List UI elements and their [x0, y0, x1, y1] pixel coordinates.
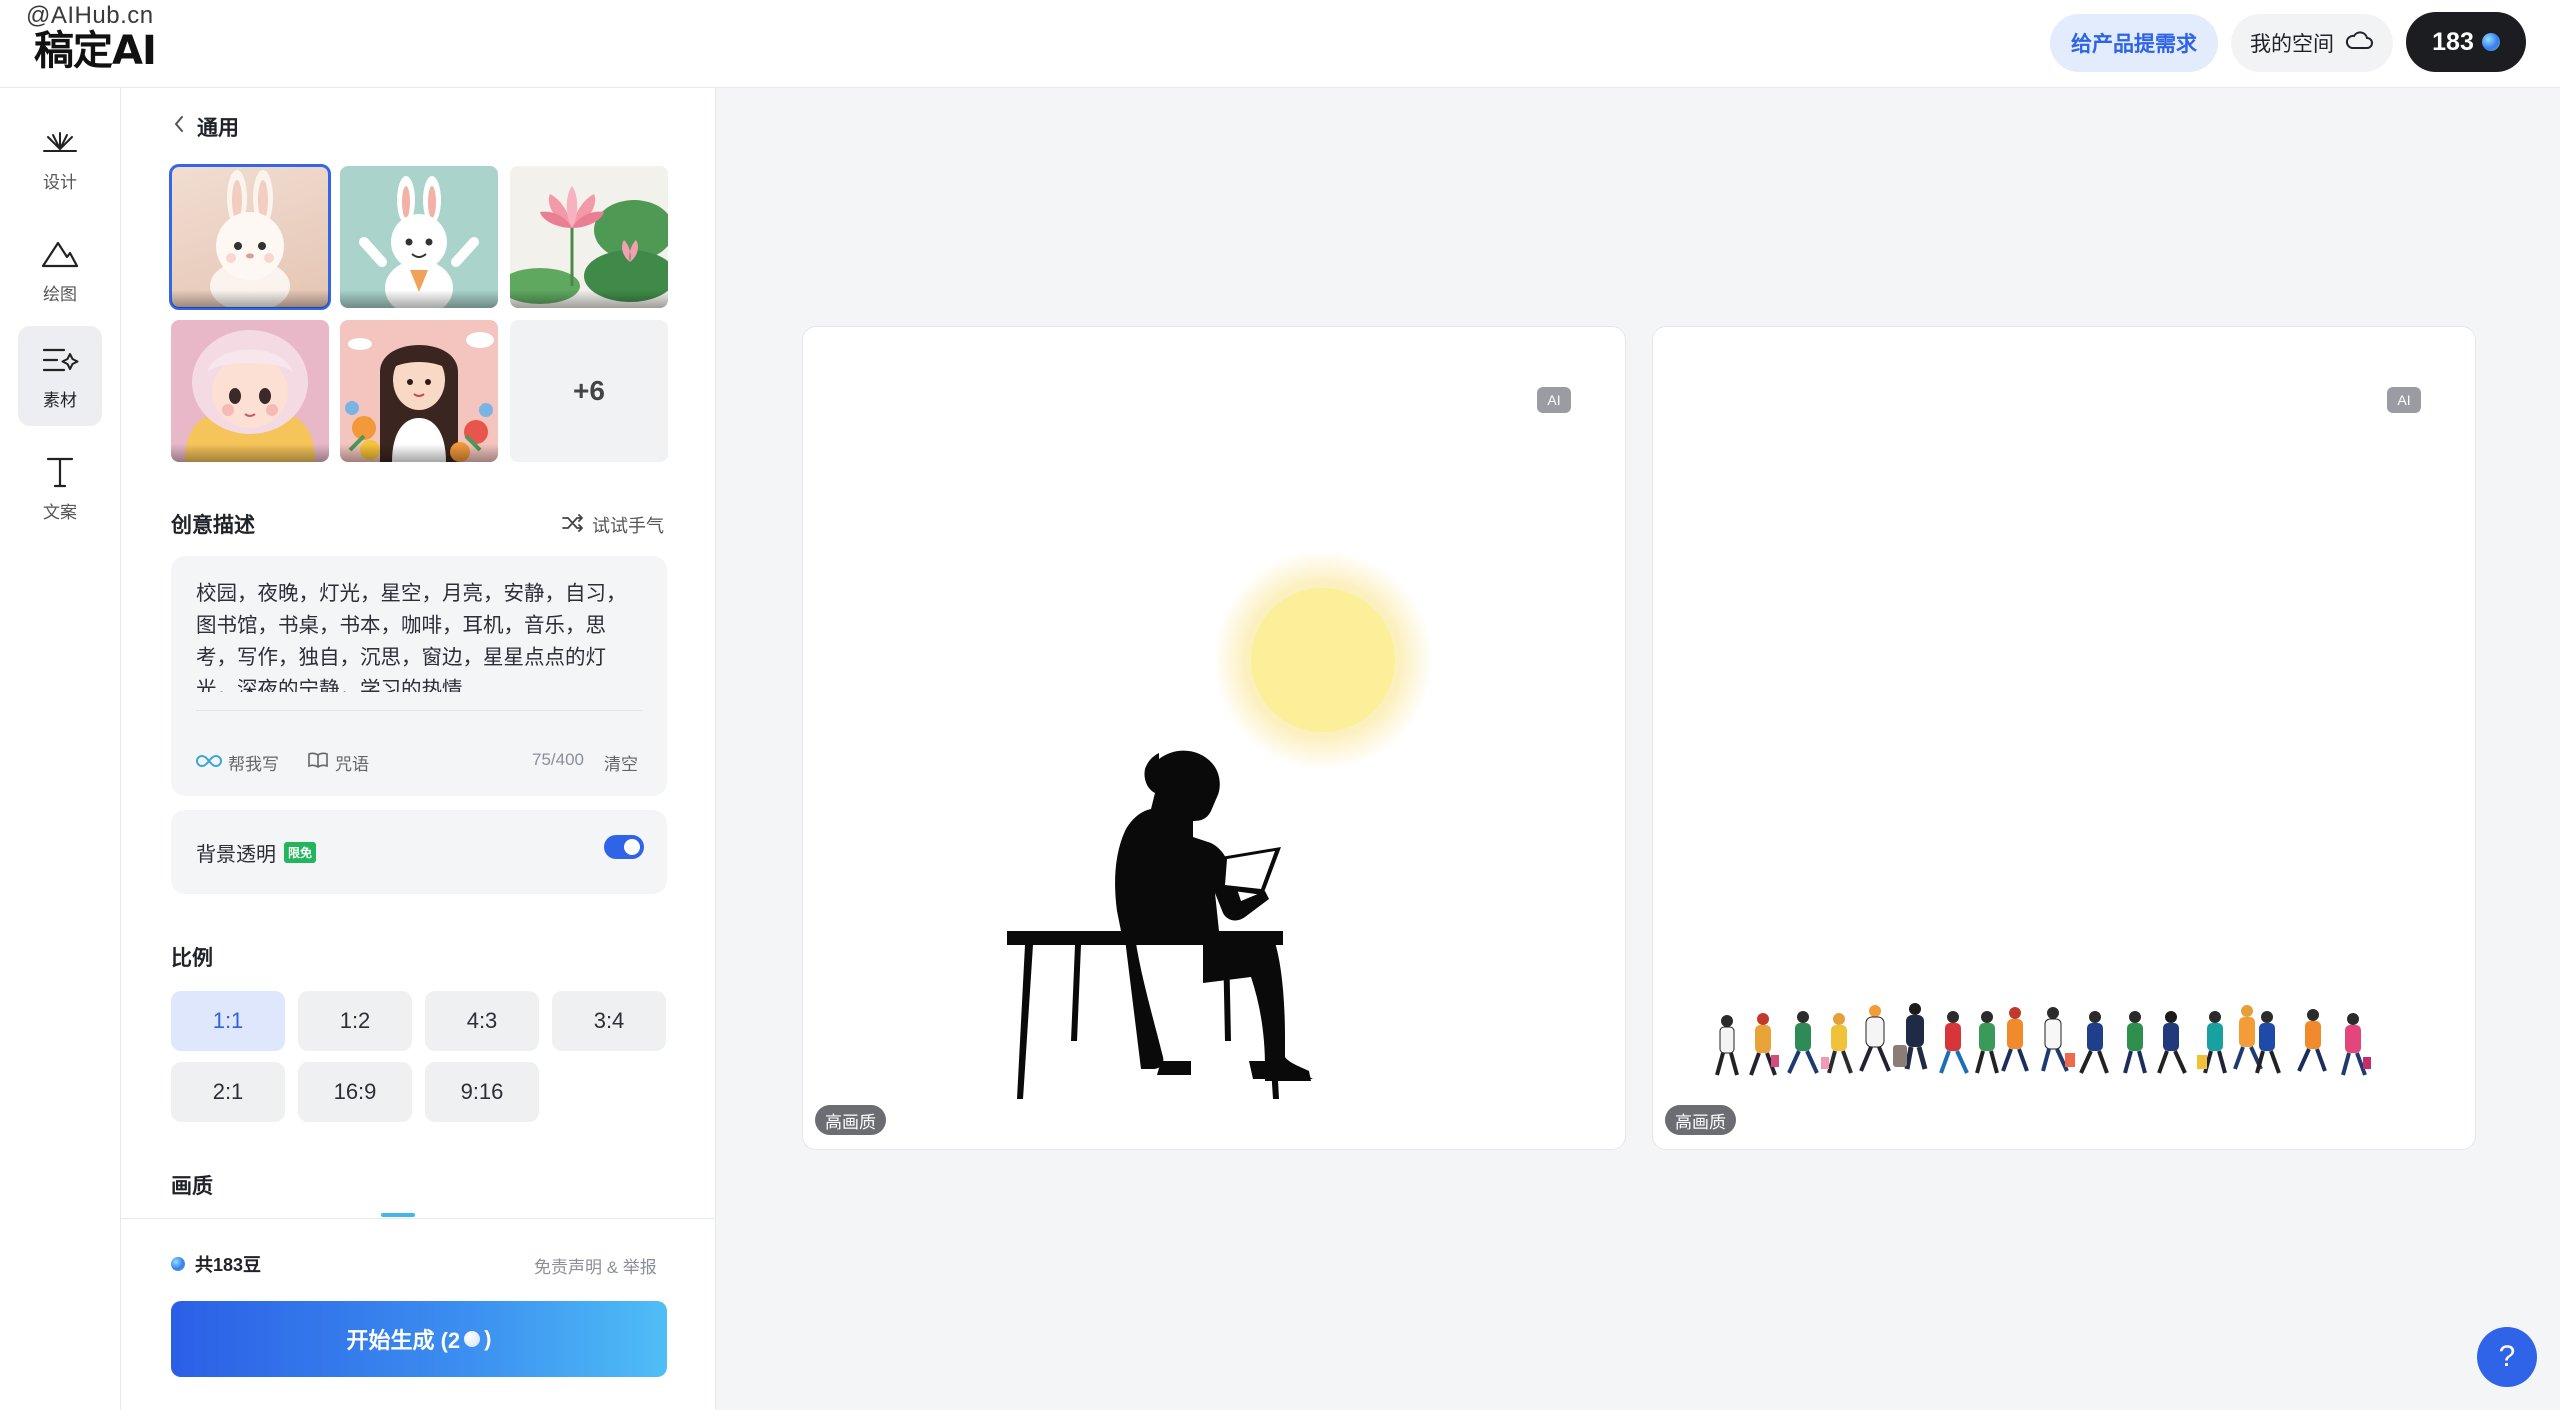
bunny-flat-illustration — [359, 176, 479, 308]
spell-button[interactable]: 咒语 — [307, 750, 369, 775]
cloud-icon — [2344, 29, 2374, 57]
category-title: 通用 — [197, 117, 239, 140]
try-luck-button[interactable]: 试试手气 — [562, 512, 664, 538]
chevron-left-icon — [173, 115, 185, 139]
nav-item-material[interactable]: 素材 — [18, 326, 102, 426]
result-card-2[interactable]: AI 高画质 — [1652, 326, 2476, 1150]
shuffle-icon — [562, 513, 584, 537]
clear-button[interactable]: 清空 — [604, 750, 638, 775]
quality-tag: 高画质 — [815, 1105, 886, 1135]
ratio-3-4-button[interactable]: 3:4 — [552, 991, 666, 1051]
result-image-student-reading — [1007, 550, 1433, 1099]
design-icon — [40, 124, 80, 160]
help-write-button[interactable]: 帮我写 — [196, 750, 279, 775]
help-button[interactable]: ? — [2477, 1327, 2537, 1387]
try-luck-label: 试试手气 — [592, 516, 664, 536]
result-card-1[interactable]: AI 高画质 — [802, 326, 1626, 1150]
credits-count: 183 — [2432, 27, 2474, 56]
bunny-illustration — [210, 170, 290, 308]
divider — [196, 710, 642, 711]
help-write-label: 帮我写 — [228, 755, 279, 774]
ratio-9-16-button[interactable]: 9:16 — [425, 1062, 539, 1122]
style-thumb-girl-flowers[interactable] — [340, 320, 498, 462]
transparent-bg-row: 背景透明 限免 — [171, 810, 667, 894]
nav-item-design[interactable]: 设计 — [18, 108, 102, 208]
ratio-4-3-button[interactable]: 4:3 — [425, 991, 539, 1051]
thumb-shade — [510, 290, 668, 308]
book-icon — [307, 752, 329, 773]
mountain-icon — [40, 236, 80, 272]
panel-footer: 共183豆 免责声明 & 举报 开始生成 (2 ) — [121, 1218, 715, 1410]
beans-total-label: 共183豆 — [195, 1255, 262, 1275]
my-space-label: 我的空间 — [2250, 33, 2334, 56]
text-icon — [40, 454, 80, 490]
nav-label: 文案 — [43, 502, 77, 522]
ratio-2-1-button[interactable]: 2:1 — [171, 1062, 285, 1122]
generate-label: 开始生成 (2 — [346, 1328, 461, 1353]
style-thumb-girl-3d[interactable] — [171, 320, 329, 462]
thumb-shade — [340, 290, 498, 308]
girl-flowers-illustration — [345, 332, 494, 462]
ratio-title: 比例 — [171, 947, 213, 970]
style-thumb-bunny-3d[interactable] — [169, 164, 331, 310]
more-styles-button[interactable]: +6 — [510, 320, 668, 462]
nav-label: 设计 — [43, 172, 77, 192]
thumb-shade — [171, 290, 329, 308]
bean-icon — [464, 1331, 481, 1347]
ai-tag: AI — [2387, 387, 2421, 413]
prompt-box: 校园，夜晚，灯光，星空，月亮，安静，自习，图书馆，书桌，书本，咖啡，耳机，音乐，… — [171, 556, 667, 796]
quality-title: 画质 — [171, 1175, 213, 1198]
ratio-1-1-button[interactable]: 1:1 — [171, 991, 285, 1051]
nav-item-copywriting[interactable]: 文案 — [18, 438, 102, 538]
settings-panel: 通用 +6 创意描述 试试手气 校园，夜晚，灯光，星空，月亮，安静，自习，图书馆… — [121, 88, 716, 1410]
ratio-1-2-button[interactable]: 1:2 — [298, 991, 412, 1051]
style-thumb-lotus[interactable] — [510, 166, 668, 308]
material-icon — [40, 342, 80, 378]
transparent-bg-toggle[interactable] — [604, 835, 644, 859]
back-button[interactable]: 通用 — [173, 112, 239, 142]
feedback-request-button[interactable]: 给产品提需求 — [2050, 14, 2218, 72]
infinity-icon — [196, 753, 222, 773]
generate-suffix: ) — [484, 1326, 492, 1351]
girl-3d-illustration — [185, 330, 315, 462]
transparent-bg-label-group: 背景透明 限免 — [196, 838, 317, 867]
thumb-shade — [340, 444, 498, 462]
free-badge: 限免 — [284, 842, 317, 863]
top-bar: 稿定AI @AIHub.cn 给产品提需求 我的空间 183 — [0, 0, 2560, 88]
result-image-walking-crowd — [1715, 1003, 2371, 1076]
style-thumb-bunny-flat[interactable] — [340, 166, 498, 308]
my-space-button[interactable]: 我的空间 — [2231, 14, 2393, 72]
disclaimer-link[interactable]: 免责声明 & 举报 — [534, 1253, 657, 1278]
spell-label: 咒语 — [335, 755, 369, 774]
ai-tag: AI — [1537, 387, 1571, 413]
nav-label: 素材 — [43, 390, 77, 410]
quality-indicator — [381, 1213, 415, 1217]
credits-button[interactable]: 183 — [2406, 12, 2526, 72]
prompt-textarea[interactable]: 校园，夜晚，灯光，星空，月亮，安静，自习，图书馆，书桌，书本，咖啡，耳机，音乐，… — [196, 578, 642, 692]
prompt-title: 创意描述 — [171, 514, 255, 537]
transparent-bg-label: 背景透明 — [196, 844, 276, 866]
beans-total: 共183豆 — [171, 1251, 261, 1277]
left-nav: 设计 绘图 素材 文案 — [0, 88, 121, 1410]
bean-icon — [171, 1257, 185, 1271]
nav-item-draw[interactable]: 绘图 — [18, 220, 102, 320]
char-count: 75/400 — [532, 750, 584, 769]
watermark: @AIHub.cn — [26, 2, 154, 29]
ratio-16-9-button[interactable]: 16:9 — [298, 1062, 412, 1122]
quality-tag: 高画质 — [1665, 1105, 1736, 1135]
thumb-shade — [171, 444, 329, 462]
lotus-illustration — [510, 186, 668, 304]
generate-button[interactable]: 开始生成 (2 ) — [171, 1301, 667, 1377]
bean-icon — [2481, 33, 2500, 51]
nav-label: 绘图 — [43, 284, 77, 304]
